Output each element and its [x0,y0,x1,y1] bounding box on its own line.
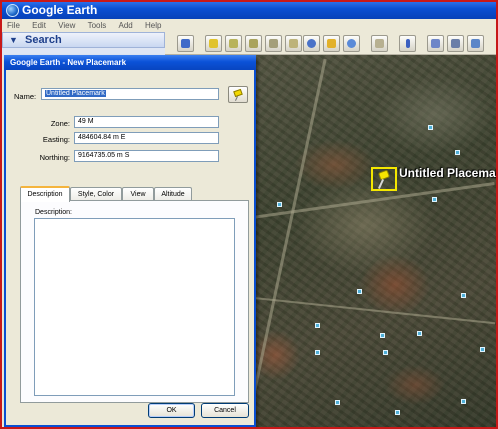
google-earth-window: Google Earth File Edit View Tools Add He… [0,0,498,429]
zone-input[interactable]: 49 M [74,116,219,128]
map-poi-marker[interactable] [395,410,400,415]
sun-icon [327,39,336,48]
map-poi-marker[interactable] [480,347,485,352]
menu-add[interactable]: Add [114,19,138,32]
print-button[interactable] [447,35,464,52]
tab-view[interactable]: View [122,187,154,201]
add-path-button[interactable] [245,35,262,52]
zone-label: Zone: [50,119,70,128]
map-poi-marker[interactable] [277,202,282,207]
map-poi-marker[interactable] [461,293,466,298]
planet-icon [347,39,356,48]
app-titlebar: Google Earth [2,2,496,19]
collapse-arrow-icon[interactable]: ▼ [9,35,18,45]
image-overlay-icon [269,39,278,48]
planets-button[interactable] [343,35,360,52]
pushpin-icon[interactable] [377,169,391,181]
menu-file[interactable]: File [2,19,25,32]
add-placemark-button[interactable] [205,35,222,52]
path-icon [249,39,258,48]
pushpin-needle [377,179,385,189]
sunlight-button[interactable] [323,35,340,52]
menu-view[interactable]: View [53,19,80,32]
email-icon [431,39,440,48]
easting-input[interactable]: 484604.84 m E [74,132,219,144]
ok-button[interactable]: OK [148,403,195,418]
description-panel: Description: [20,200,249,403]
view-in-maps-button[interactable] [467,35,484,52]
toggle-sidebar-button[interactable] [177,35,194,52]
historical-imagery-button[interactable] [303,35,320,52]
easting-label: Easting: [42,135,70,144]
app-title: Google Earth [22,3,98,17]
panel-icon [406,39,410,48]
placemark-map-label[interactable]: Untitled Placemark [399,166,496,180]
name-input[interactable]: Untitled Placemark [41,88,219,100]
new-placemark-dialog: Google Earth - New Placemark Name: Untit… [4,55,256,427]
tour-icon [289,39,298,48]
ruler-button[interactable] [371,35,388,52]
map-poi-marker[interactable] [383,350,388,355]
map-poi-marker[interactable] [461,399,466,404]
map-poi-marker[interactable] [380,333,385,338]
description-label: Description: [35,209,72,216]
toolbar [165,32,496,55]
placemark-selection-box[interactable] [371,167,397,191]
description-textarea[interactable] [34,218,235,396]
maps-icon [471,39,480,48]
map-poi-marker[interactable] [315,350,320,355]
tab-description[interactable]: Description [20,186,70,202]
map-poi-marker[interactable] [428,125,433,130]
menu-help[interactable]: Help [140,19,166,32]
search-panel-header[interactable]: ▼ Search [2,32,165,48]
map-poi-marker[interactable] [357,289,362,294]
name-label: Name: [14,92,37,101]
cancel-button[interactable]: Cancel [201,403,249,418]
image-overlay-button[interactable] [265,35,282,52]
pushpin-needle [234,96,239,101]
placemark-icon [209,39,218,48]
map-poi-marker[interactable] [315,323,320,328]
map-road [246,58,327,424]
sidebar-panel-button[interactable] [399,35,416,52]
ruler-icon [375,39,384,48]
map-poi-marker[interactable] [335,400,340,405]
google-earth-icon [6,4,19,17]
email-button[interactable] [427,35,444,52]
print-icon [451,39,460,48]
record-tour-button[interactable] [285,35,302,52]
map-poi-marker[interactable] [455,150,460,155]
menu-edit[interactable]: Edit [27,19,51,32]
clock-icon [307,39,316,48]
map-poi-marker[interactable] [432,197,437,202]
sidebar-icon [181,39,190,48]
dialog-title: Google Earth - New Placemark [4,55,256,70]
name-input-value: Untitled Placemark [45,90,106,97]
tab-altitude[interactable]: Altitude [154,187,192,201]
search-panel-title: Search [24,34,62,46]
add-polygon-button[interactable] [225,35,242,52]
polygon-icon [229,39,238,48]
menu-tools[interactable]: Tools [83,19,112,32]
northing-input[interactable]: 9164735.05 m S [74,150,219,162]
map-poi-marker[interactable] [417,331,422,336]
menu-bar: File Edit View Tools Add Help [2,19,496,32]
placemark-icon-button[interactable] [228,86,248,103]
northing-label: Northing: [39,153,70,162]
tab-style-color[interactable]: Style, Color [70,187,122,201]
